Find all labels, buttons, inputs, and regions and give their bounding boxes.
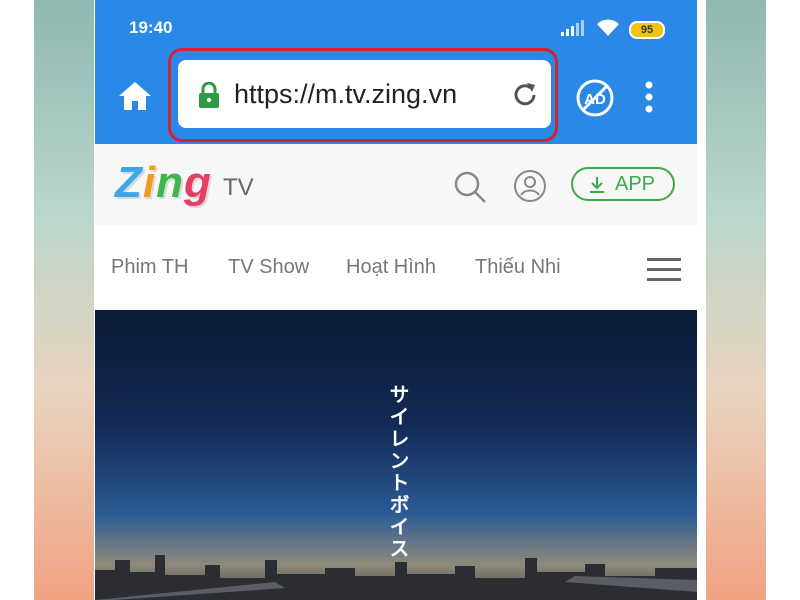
- hamburger-menu-icon[interactable]: [647, 257, 681, 281]
- download-icon: [590, 177, 604, 193]
- logo-tv-label: TV: [223, 174, 254, 201]
- app-button-label: APP: [615, 173, 656, 195]
- zing-logo[interactable]: Zing: [115, 158, 212, 208]
- nav-item-tv-show[interactable]: TV Show: [228, 256, 309, 279]
- more-vert-icon[interactable]: [643, 80, 655, 114]
- logo-letter: i: [142, 158, 157, 207]
- battery-icon: 95: [629, 21, 665, 39]
- nav-item-hoat-hinh[interactable]: Hoạt Hình: [346, 256, 436, 279]
- signal-icon: [561, 20, 584, 36]
- app-download-button[interactable]: APP: [571, 167, 675, 201]
- background-right-panel: [706, 0, 766, 600]
- search-icon[interactable]: [453, 170, 487, 204]
- home-icon[interactable]: [117, 78, 153, 114]
- status-time: 19:40: [129, 18, 173, 37]
- url-text[interactable]: https://m.tv.zing.vn: [234, 79, 457, 110]
- ad-block-icon[interactable]: AD: [575, 78, 615, 118]
- lock-icon: [199, 82, 219, 108]
- logo-letter: Z: [115, 158, 143, 207]
- category-nav: Phim TH TV Show Hoạt Hình Thiếu Nhi: [95, 226, 697, 311]
- logo-letter: n: [156, 158, 185, 207]
- user-icon[interactable]: [513, 169, 547, 203]
- nav-item-thieu-nhi[interactable]: Thiếu Nhi: [475, 256, 561, 279]
- phone-screen: 19:40 95 https://m.tv.zing.vn Zing TV AP…: [95, 0, 697, 600]
- reload-icon[interactable]: [510, 80, 540, 110]
- wifi-icon: [597, 19, 619, 36]
- city-skyline-image: [95, 555, 697, 600]
- nav-item-phim-th[interactable]: Phim TH: [111, 256, 188, 279]
- background-left-panel: [34, 0, 94, 600]
- video-banner[interactable]: サイレントボイス: [95, 310, 697, 600]
- status-bar: 19:40 95: [95, 0, 697, 48]
- logo-letter: g: [184, 158, 212, 207]
- site-header: Zing TV APP: [95, 144, 697, 226]
- browser-toolbar: https://m.tv.zing.vn AD: [95, 48, 697, 144]
- address-bar[interactable]: https://m.tv.zing.vn: [178, 60, 551, 128]
